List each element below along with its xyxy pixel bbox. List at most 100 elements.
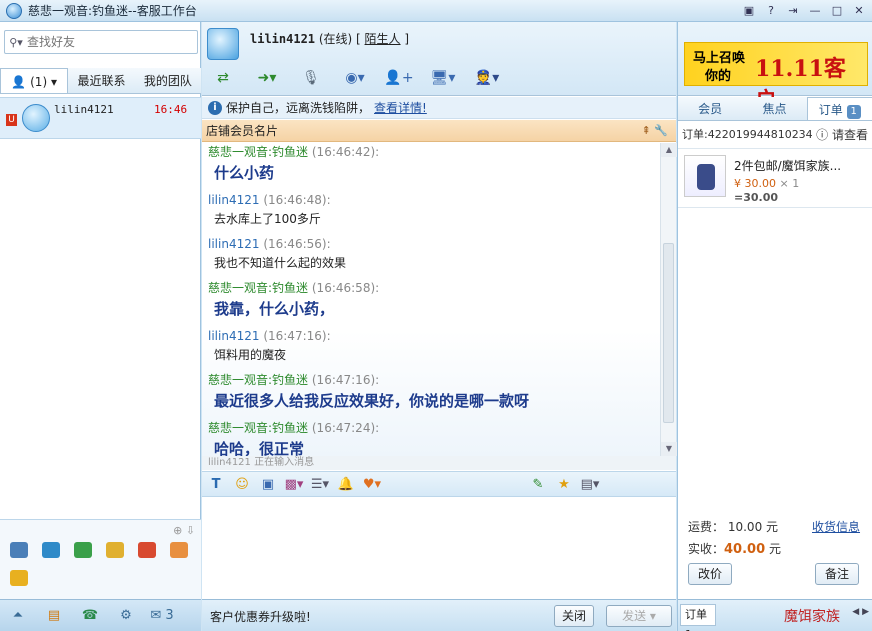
title-bar: 慈悲一观音:钓鱼迷--客服工作台 ▣ ? ⇥ — □ ✕ (0, 0, 872, 22)
message-time: (16:46:42): (311, 145, 380, 159)
search-icon[interactable]: ⚲▾ (5, 36, 27, 49)
notice-details-link[interactable]: 查看详情! (374, 99, 427, 116)
footer-tab-orders[interactable]: 订单 1 (680, 604, 716, 631)
message-text: 饵料用的魔夜 (214, 348, 287, 362)
app-logo-icon (6, 2, 22, 19)
chat-message: lilin4121 (16:46:48): 去水库上了100多斤 (202, 191, 660, 229)
minimize-button[interactable]: — (806, 2, 824, 18)
plugin-folder-icon[interactable] (106, 542, 124, 558)
favorite-icon[interactable]: ★ (554, 475, 574, 493)
product-price: ¥ 30.00 × 1 (734, 177, 800, 190)
heart-icon[interactable]: ♥▾ (362, 475, 382, 493)
tab-nav-arrows-icon[interactable]: ◀ ▶ (852, 607, 869, 617)
shop-icon[interactable]: ▤ (36, 608, 72, 623)
screenshot-icon[interactable]: ▩▾ (284, 475, 304, 493)
tools-icon[interactable]: ⚙ (108, 608, 144, 623)
chat-contact-avatar[interactable] (207, 28, 239, 60)
order-item[interactable]: 2件包邮/魔饵家族... ¥ 30.00 × 1 =30.00 (678, 148, 872, 208)
product-total: =30.00 (734, 191, 779, 204)
message-input[interactable] (202, 498, 676, 598)
plugin-shop-icon[interactable] (138, 542, 156, 558)
plugin-customer-icon[interactable] (10, 542, 28, 558)
view-order-link[interactable]: ⓘ 请查看 (816, 126, 868, 143)
send-button[interactable]: 发送 ▾ (606, 605, 672, 627)
tab-contacts[interactable]: 👤 (1) ▾ (0, 68, 69, 93)
tab-orders[interactable]: 订单 1 (806, 97, 872, 120)
plugin-gift-icon[interactable] (170, 542, 188, 558)
close-window-button[interactable]: ✕ (850, 2, 868, 18)
note-button[interactable]: 备注 (815, 563, 859, 585)
history-icon[interactable]: ✎ (528, 475, 548, 493)
message-box-icon[interactable]: ✉ 3 (144, 608, 180, 623)
message-text: 最近很多人给我反应效果好，你说的是哪一款呀 (214, 392, 530, 410)
order-number: 订单:422019944810234 (682, 128, 813, 141)
video-icon[interactable]: ◉▾ (340, 68, 370, 88)
promo-banner[interactable]: 马上召唤 你的 11.11客户 (684, 42, 868, 114)
pin-icon[interactable]: ⇥ (784, 2, 802, 18)
chat-message: lilin4121 (16:47:16): 饵料用的魔夜 (202, 327, 660, 365)
product-title[interactable]: 2件包邮/魔饵家族... (734, 157, 864, 174)
card-bar-controls-icon[interactable]: ⇞ 🔧 (642, 120, 668, 142)
font-icon[interactable]: T (206, 475, 226, 493)
service-icon[interactable]: 👮▾ (472, 68, 502, 88)
tab-my-team[interactable]: 我的团队 (135, 68, 201, 93)
add-contact-icon[interactable]: 👤+ (384, 68, 414, 88)
emoji-icon[interactable]: ☺ (232, 475, 252, 493)
maximize-button[interactable]: □ (828, 2, 846, 18)
plugin-edit-icon[interactable] (10, 570, 28, 586)
message-scrollbar[interactable]: ▲ ▼ (660, 143, 677, 456)
message-meta: 慈悲一观音:钓鱼迷 (16:47:24): (208, 419, 654, 437)
message-sender[interactable]: lilin4121 (208, 193, 259, 207)
message-time: (16:46:48): (263, 193, 331, 207)
relation-link[interactable]: 陌生人 (365, 32, 401, 46)
skin-icon[interactable]: ▣ (740, 2, 758, 18)
search-box[interactable]: ⚲▾ (4, 30, 198, 54)
send-file-icon[interactable]: ➜▾ (252, 68, 282, 88)
message-input-area[interactable] (202, 498, 676, 598)
phone-icon[interactable]: ☎ (72, 608, 108, 623)
message-sender[interactable]: lilin4121 (208, 237, 259, 251)
help-icon[interactable]: ? (762, 2, 780, 18)
voice-icon[interactable]: 🎙 (296, 68, 326, 88)
chat-header: lilin4121 (在线) [ 陌生人 ] ⇄ ➜▾ 🎙 ◉▾ 👤+ 🖥▾ 👮… (202, 22, 676, 96)
message-sender[interactable]: 慈悲一观音:钓鱼迷 (208, 373, 308, 387)
collapse-icon[interactable]: ⏶ (0, 608, 36, 623)
contact-name: lilin4121 (54, 103, 114, 116)
scroll-up-icon[interactable]: ▲ (661, 143, 677, 157)
bell-icon[interactable]: 🔔 (336, 475, 356, 493)
freight-value: 10.00 (727, 520, 763, 534)
quick-reply-icon[interactable]: ☰▾ (310, 475, 330, 493)
product-thumbnail[interactable] (684, 155, 726, 197)
tab-member[interactable]: 会员 (678, 97, 742, 120)
change-price-button[interactable]: 改价 (688, 563, 732, 585)
search-input[interactable] (27, 35, 187, 49)
chat-contact-name: lilin4121 (250, 32, 316, 46)
add-plugin-icon[interactable]: ⊕ ⇩ (173, 524, 195, 537)
paid-value: 40.00 (724, 542, 766, 557)
transfer-icon[interactable]: ⇄ (208, 68, 238, 88)
message-sender[interactable]: 慈悲一观音:钓鱼迷 (208, 145, 308, 159)
message-sender[interactable]: 慈悲一观音:钓鱼迷 (208, 281, 308, 295)
chat-message: 慈悲一观音:钓鱼迷 (16:46:58): 我靠，什么小药， (202, 279, 660, 321)
chat-message: 慈悲一观音:钓鱼迷 (16:47:24): 哈哈，很正常 (202, 419, 660, 456)
coupon-promo-link[interactable]: 客户优惠券升级啦! (210, 608, 311, 625)
receipt-info-link[interactable]: 收货信息 (812, 518, 860, 535)
message-sender[interactable]: 慈悲一观音:钓鱼迷 (208, 421, 308, 435)
chat-panel: lilin4121 (在线) [ 陌生人 ] ⇄ ➜▾ 🎙 ◉▾ 👤+ 🖥▾ 👮… (202, 22, 677, 631)
tab-recent[interactable]: 最近联系 (68, 68, 134, 93)
image-icon[interactable]: ▣ (258, 475, 278, 493)
plugin-sell-icon[interactable] (42, 542, 60, 558)
scroll-down-icon[interactable]: ▼ (661, 442, 677, 456)
contact-list-item[interactable]: U lilin4121 16:46 (0, 97, 201, 139)
scroll-thumb[interactable] (663, 243, 674, 423)
member-card-bar[interactable]: 店铺会员名片 ⇞ 🔧 (202, 120, 676, 142)
remote-assist-icon[interactable]: 🖥▾ (428, 68, 458, 88)
chat-record-icon[interactable]: ▤▾ (580, 475, 600, 493)
message-list: 慈悲一观音:钓鱼迷 (16:46:42): 什么小药 lilin4121 (16:4… (202, 143, 660, 456)
message-text: 我也不知道什么起的效果 (214, 256, 347, 270)
tab-focus[interactable]: 焦点 (742, 97, 806, 120)
typing-indicator: lilin4121 正在输入消息 (202, 456, 676, 470)
plugin-export-icon[interactable] (74, 542, 92, 558)
close-button[interactable]: 关闭 (554, 605, 594, 627)
message-sender[interactable]: lilin4121 (208, 329, 259, 343)
